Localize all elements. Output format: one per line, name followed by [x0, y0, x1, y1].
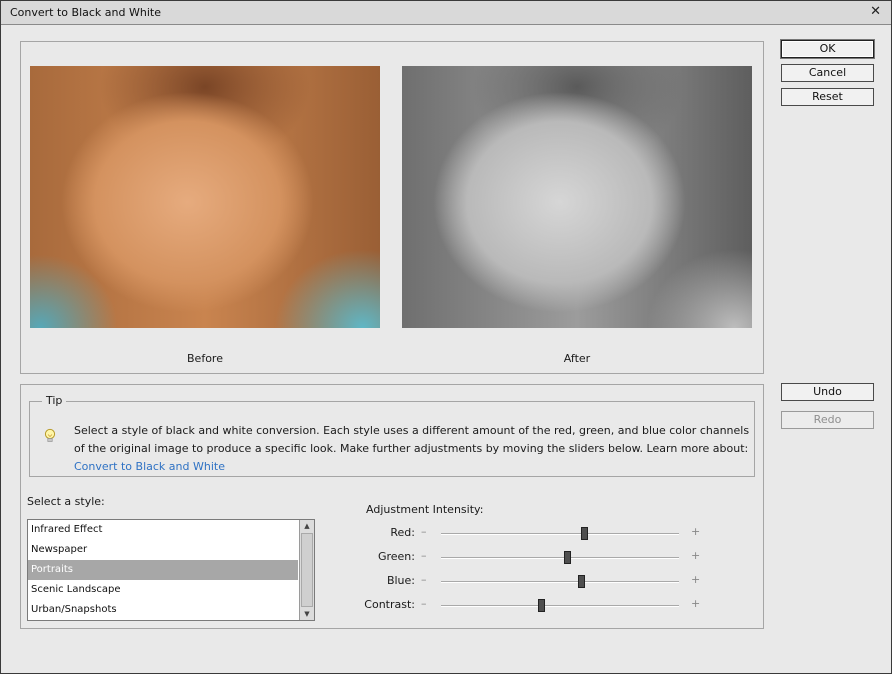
contrast-slider[interactable] [441, 599, 679, 612]
list-item[interactable]: Scenic Landscape [28, 580, 298, 600]
redo-button[interactable]: Redo [781, 411, 874, 429]
list-item[interactable]: Infrared Effect [28, 520, 298, 540]
after-image [402, 66, 752, 328]
title-bar[interactable]: Convert to Black and White ✕ [1, 1, 891, 25]
undo-button[interactable]: Undo [781, 383, 874, 401]
slider-knob[interactable] [564, 551, 572, 564]
contrast-slider-row: Contrast: – + [363, 596, 703, 616]
minus-icon: – [421, 597, 427, 610]
before-image [30, 66, 380, 328]
tip-description: Select a style of black and white conver… [74, 424, 750, 455]
after-label: After [563, 352, 591, 365]
blue-slider[interactable] [441, 575, 679, 588]
red-slider-row: Red: – + [363, 524, 703, 544]
preview-panel: Before After [20, 41, 764, 374]
slider-label: Green: [377, 550, 415, 563]
ok-button[interactable]: OK [781, 40, 874, 58]
slider-knob[interactable] [537, 599, 545, 612]
list-item-selected[interactable]: Portraits [28, 560, 298, 580]
list-item[interactable]: Newspaper [28, 540, 298, 560]
before-label: Before [187, 352, 223, 365]
plus-icon: + [691, 573, 701, 586]
blue-slider-row: Blue: – + [363, 572, 703, 592]
slider-knob[interactable] [578, 575, 586, 588]
lightbulb-icon [44, 428, 56, 442]
slider-label: Blue: [386, 574, 415, 587]
green-slider[interactable] [441, 551, 679, 564]
plus-icon: + [691, 549, 701, 562]
minus-icon: – [421, 549, 427, 562]
tip-text: Select a style of black and white conver… [74, 422, 754, 476]
close-icon[interactable]: ✕ [870, 4, 881, 19]
plus-icon: + [691, 525, 701, 538]
window-title: Convert to Black and White [10, 6, 161, 19]
tip-legend: Tip [42, 394, 67, 407]
style-list[interactable]: Infrared Effect Newspaper Portraits Scen… [27, 519, 315, 621]
list-scrollbar[interactable]: ▲ ▼ [299, 520, 314, 620]
red-slider[interactable] [441, 527, 679, 540]
reset-button[interactable]: Reset [781, 88, 874, 106]
scroll-down-icon[interactable]: ▼ [300, 608, 314, 620]
scroll-thumb[interactable] [301, 533, 313, 607]
slider-label: Contrast: [364, 598, 415, 611]
plus-icon: + [691, 597, 701, 610]
dialog-window: Convert to Black and White ✕ Before Afte… [0, 0, 892, 674]
minus-icon: – [421, 573, 427, 586]
tip-box: Tip Select a style of black and white co… [29, 394, 755, 477]
scroll-up-icon[interactable]: ▲ [300, 520, 314, 532]
slider-knob[interactable] [580, 527, 588, 540]
learn-more-link[interactable]: Convert to Black and White [74, 460, 225, 473]
minus-icon: – [421, 525, 427, 538]
cancel-button[interactable]: Cancel [781, 64, 874, 82]
style-list-label: Select a style: [27, 495, 105, 508]
adjustment-label: Adjustment Intensity: [366, 503, 484, 516]
list-item[interactable]: Urban/Snapshots [28, 600, 298, 620]
green-slider-row: Green: – + [363, 548, 703, 568]
slider-label: Red: [390, 526, 415, 539]
